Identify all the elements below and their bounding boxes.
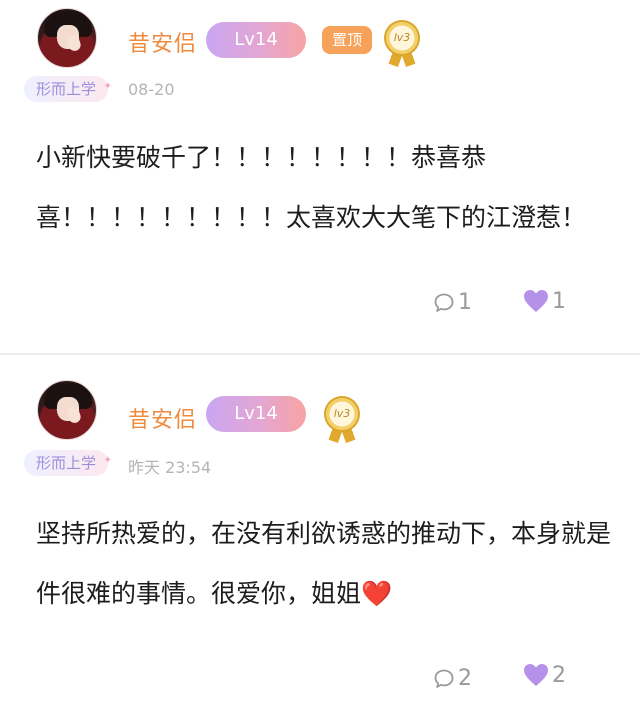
reply-button[interactable]: 2 [432, 666, 472, 691]
username[interactable]: 昔安侣 [128, 402, 197, 434]
medal-label: lv3 [324, 396, 360, 432]
medal-label: lv3 [384, 20, 420, 56]
like-button[interactable]: 2 [522, 662, 566, 688]
pinned-badge: 置顶 [322, 26, 372, 54]
medal-icon: lv3 [382, 20, 422, 68]
timestamp: 昨天 23:54 [128, 458, 212, 477]
avatar[interactable] [37, 380, 97, 440]
like-button[interactable]: 1 [522, 288, 566, 314]
timestamp: 08-20 [128, 80, 175, 99]
level-badge: Lv14 [206, 22, 306, 58]
reply-count: 1 [458, 290, 472, 315]
comment-text: 小新快要破千了！！！！！！！！恭喜恭喜！！！！！！！！！太喜欢大大笔下的江澄惹！ [36, 143, 587, 232]
comment-item: 昔安侣 Lv14 lv3 形而上学 ✦ 昨天 23:54 坚持所热爱的，在没有利欲… [0, 356, 640, 707]
user-tag-label: 形而上学 [35, 80, 96, 98]
divider [0, 353, 640, 355]
avatar[interactable] [37, 8, 97, 68]
username[interactable]: 昔安侣 [128, 26, 197, 58]
reply-button[interactable]: 1 [432, 290, 472, 315]
comment-item: 昔安侣 Lv14 置顶 lv3 形而上学 ✦ 08-20 小新快要破千了！！！！！… [0, 0, 640, 352]
user-tag: 形而上学 ✦ [24, 450, 112, 476]
level-badge: Lv14 [206, 396, 306, 432]
like-count: 1 [552, 288, 566, 314]
heart-icon [524, 290, 548, 312]
comment-bubble-icon [434, 293, 454, 312]
comment-bubble-icon [434, 669, 454, 688]
like-count: 2 [552, 662, 566, 688]
user-tag: 形而上学 ✦ [24, 76, 112, 102]
reply-count: 2 [458, 666, 472, 691]
comment-text: 坚持所热爱的，在没有利欲诱惑的推动下，本身就是件很难的事情。很爱你，姐姐❤️ [36, 519, 612, 608]
user-tag-label: 形而上学 [35, 454, 96, 472]
heart-icon [524, 664, 548, 686]
medal-icon: lv3 [322, 396, 362, 444]
